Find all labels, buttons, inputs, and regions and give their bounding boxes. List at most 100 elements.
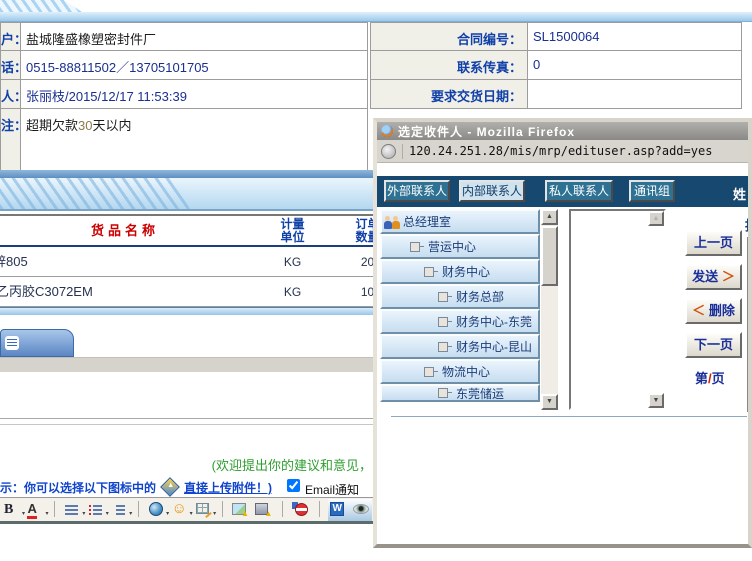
ordered-list-icon[interactable]: ▾ bbox=[88, 500, 105, 518]
tree-scrollbar[interactable]: ▲ ▼ bbox=[541, 209, 558, 410]
url-text[interactable]: 120.24.251.28/mis/mrp/edituser.asp?add=y… bbox=[409, 144, 712, 158]
name-column-fragment: 姓 bbox=[733, 184, 746, 203]
tree-node-icon bbox=[438, 317, 448, 327]
customer-label: 户： bbox=[0, 22, 21, 51]
send-button-label: 发送 bbox=[692, 269, 718, 284]
tree-item-dept[interactable]: 东莞储运 bbox=[380, 384, 540, 402]
tree-item-label: 东莞储运 bbox=[456, 385, 504, 402]
email-notify-label: Email通知 bbox=[305, 481, 359, 498]
note-label: 注： bbox=[0, 108, 21, 171]
note-field[interactable]: 超期欠款30天以内 bbox=[20, 108, 368, 171]
block-shape bbox=[295, 503, 308, 516]
indent-icon[interactable]: ▾ bbox=[111, 500, 128, 518]
compose-tab-icon-lines bbox=[7, 339, 17, 340]
table-row-1-name[interactable]: 锌805 bbox=[0, 247, 251, 277]
delivery-date-label: 要求交货日期： bbox=[370, 79, 528, 109]
upload-hint-prefix-clip: 提示：你可以选择以下图标中的 bbox=[0, 479, 158, 496]
send-button[interactable]: 发送 ＞ bbox=[685, 264, 742, 290]
side-label-fragment: 按 bbox=[745, 215, 752, 234]
delivery-date-field[interactable] bbox=[527, 79, 742, 109]
tab-internal-contacts[interactable]: 内部联系人 bbox=[459, 180, 525, 202]
col-header-unit-line2: 单位 bbox=[250, 231, 335, 244]
next-page-button[interactable]: 下一页 bbox=[685, 332, 742, 358]
ordered-list-icon-lines bbox=[89, 504, 102, 515]
list-scroll-up-button[interactable]: ▲ bbox=[648, 211, 664, 226]
tab-external-contacts[interactable]: 外部联系人 bbox=[384, 180, 450, 202]
phone-field[interactable]: 0515-88811502／13705101705 bbox=[20, 50, 368, 80]
top-blue-bar bbox=[0, 12, 752, 22]
tree-item-label: 物流中心 bbox=[442, 363, 490, 380]
compose-tab[interactable] bbox=[0, 329, 74, 357]
right-list-border bbox=[747, 237, 752, 412]
preview-eye-icon[interactable] bbox=[353, 500, 370, 518]
emoticon-icon[interactable]: ☺ ▾ bbox=[172, 500, 189, 518]
pager-left: 第 bbox=[695, 371, 708, 386]
table-row-2-unit[interactable]: KG bbox=[250, 277, 336, 307]
url-separator bbox=[402, 144, 403, 159]
block-icon[interactable] bbox=[292, 500, 309, 518]
scroll-down-button[interactable]: ▼ bbox=[541, 394, 558, 410]
insert-image-arrow: ▲ bbox=[241, 509, 249, 518]
font-color-icon-glyph: A bbox=[27, 501, 36, 519]
users-icon bbox=[384, 215, 401, 229]
popup-title-bar[interactable]: 选定收件人 - Mozilla Firefox bbox=[377, 122, 748, 140]
editor-line-1 bbox=[0, 418, 374, 419]
hyperlink-globe-icon[interactable]: ▾ bbox=[148, 500, 165, 518]
tree-item-dept[interactable]: 财务总部 bbox=[380, 284, 540, 309]
upload-attachment-icon-arrow: ▲ bbox=[167, 482, 174, 489]
upload-hint-link[interactable]: 直接上传附件！) bbox=[184, 479, 272, 496]
delete-button[interactable]: ＜ 删除 bbox=[685, 298, 742, 324]
send-arrow: ＞ bbox=[722, 269, 735, 284]
tree-item-dept[interactable]: 物流中心 bbox=[380, 359, 540, 384]
department-tree: 总经理室 营运中心 财务中心 财务总部 财务中心-东莞 bbox=[380, 209, 540, 402]
note-text-suffix: 天以内 bbox=[92, 118, 131, 133]
font-color-icon[interactable]: A▾ bbox=[27, 500, 44, 518]
tab-groups[interactable]: 通讯组 bbox=[629, 180, 675, 202]
tree-node-icon bbox=[438, 292, 448, 302]
erp-page: 户： 话： 人： 注： 盐城隆盛橡塑密封件厂 0515-88811502／137… bbox=[0, 0, 752, 561]
scroll-up-button[interactable]: ▲ bbox=[541, 209, 558, 225]
tree-item-label: 财务中心 bbox=[442, 263, 490, 280]
insert-image-icon[interactable]: ▲ bbox=[232, 500, 249, 518]
tree-item-dept[interactable]: 财务中心 bbox=[380, 259, 540, 284]
delete-arrow: ＜ bbox=[692, 303, 705, 318]
list-scroll-down-button[interactable]: ▼ bbox=[648, 393, 664, 408]
indent-icon-lines bbox=[112, 504, 125, 515]
align-icon-lines bbox=[65, 504, 78, 515]
toolbar-separator bbox=[319, 501, 320, 517]
site-globe-icon[interactable] bbox=[381, 144, 396, 159]
firefox-icon-swirl bbox=[379, 123, 395, 139]
tree-node-icon bbox=[438, 388, 448, 398]
popup-content: 总经理室 营运中心 财务中心 财务总部 财务中心-东莞 bbox=[377, 207, 748, 543]
tree-item-dept[interactable]: 总经理室 bbox=[380, 209, 540, 234]
operator-field[interactable]: 张丽枝/2015/12/17 11:53:39 bbox=[20, 79, 368, 109]
upload-attachment-icon[interactable]: ▲ bbox=[160, 477, 180, 497]
selected-recipients-list[interactable]: ▲ ▼ bbox=[569, 209, 666, 410]
customer-field[interactable]: 盐城隆盛橡塑密封件厂 bbox=[20, 22, 368, 51]
fax-field[interactable]: 0 bbox=[527, 50, 742, 80]
scroll-thumb[interactable] bbox=[541, 226, 558, 286]
bold-icon[interactable]: B▾ bbox=[4, 500, 21, 518]
word-import-icon[interactable]: W bbox=[329, 500, 346, 518]
editor-toolbar: B▾ A▾ ▾ ▾ ▾ ▾ ☺ bbox=[0, 497, 374, 524]
align-caret: ▾ bbox=[82, 510, 85, 517]
tree-item-label: 财务总部 bbox=[456, 288, 504, 305]
tree-item-dept[interactable]: 财务中心-东莞 bbox=[380, 309, 540, 334]
email-notify-checkbox[interactable] bbox=[287, 479, 300, 492]
tree-item-dept[interactable]: 营运中心 bbox=[380, 234, 540, 259]
tab-private-contacts[interactable]: 私人联系人 bbox=[545, 180, 613, 202]
suggestion-text[interactable]: (欢迎提出你的建议和意见， bbox=[100, 455, 372, 471]
edit-table-icon[interactable]: ▾ bbox=[195, 500, 212, 518]
upload-file-icon[interactable]: ▲ bbox=[255, 500, 272, 518]
table-row-2-name[interactable]: 乙丙胶C3072EM bbox=[0, 277, 251, 307]
bold-icon-glyph: B bbox=[4, 502, 13, 517]
tree-item-dept[interactable]: 财务中心-昆山 bbox=[380, 334, 540, 359]
hyperlink-globe-shape bbox=[149, 502, 163, 516]
prev-page-button[interactable]: 上一页 bbox=[685, 230, 742, 256]
product-name-2: 乙丙胶C3072EM bbox=[0, 277, 93, 307]
table-row-1-unit[interactable]: KG bbox=[250, 247, 336, 277]
align-icon[interactable]: ▾ bbox=[64, 500, 81, 518]
contact-tab-band: 外部联系人 内部联系人 私人联系人 通讯组 姓 bbox=[377, 176, 748, 207]
firefox-icon bbox=[381, 125, 393, 137]
contract-no-field[interactable]: SL1500064 bbox=[527, 22, 742, 51]
